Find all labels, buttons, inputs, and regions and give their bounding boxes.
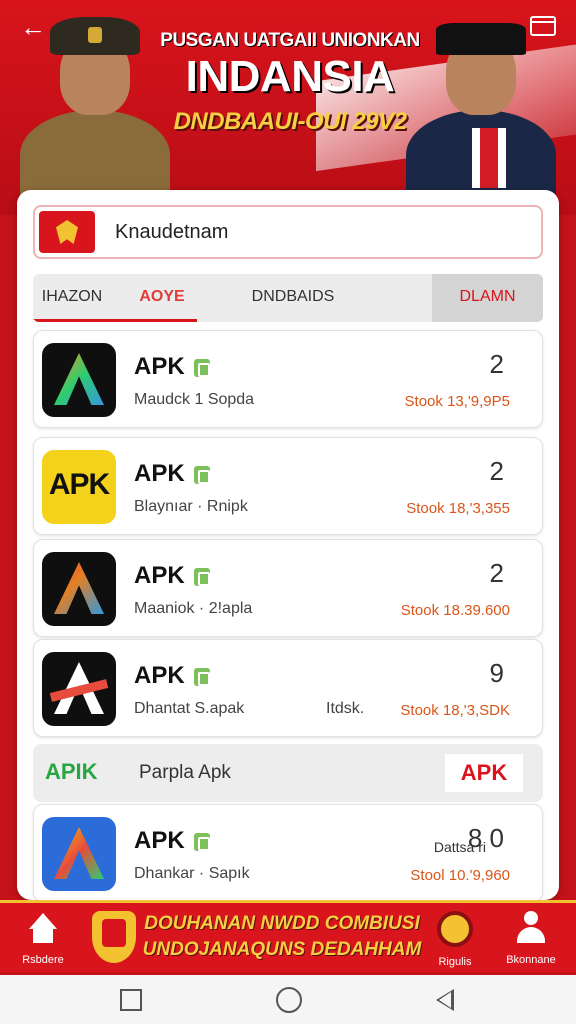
promo-strip[interactable]: APIK Parpla Apk APK bbox=[33, 744, 543, 802]
tab-aoye[interactable]: AOYE bbox=[129, 274, 195, 322]
app-count: 2 bbox=[489, 456, 504, 486]
nav-rigulis[interactable]: Rigulis bbox=[420, 909, 490, 968]
app-stock: Stook 13,'9,9P5 bbox=[404, 393, 510, 410]
app-title: APK bbox=[134, 662, 185, 689]
app-stock: Stook 18.39.600 bbox=[400, 602, 510, 619]
nav-profile-label: Bkonnane bbox=[506, 954, 556, 966]
header-title-line3: DNDBAAUI-OUI 29V2 bbox=[173, 108, 407, 135]
bottom-banner-line1: DOUHANAN NWDD COMBIUSI bbox=[144, 913, 420, 934]
back-triangle-icon[interactable] bbox=[436, 989, 454, 1011]
header-title-line1: PUSGAN UATGAII UNIONKAN bbox=[160, 30, 420, 51]
app-subtitle: Dhantat S.apak bbox=[134, 700, 245, 717]
bottom-banner-line2: UNDOJANAQUNS DEDAHHAM bbox=[142, 939, 422, 960]
app-list-item[interactable]: APK APK Blaynıar · Rnipk 2 Stook 18,'3,3… bbox=[33, 437, 543, 535]
white-a-icon bbox=[42, 652, 116, 726]
verified-badge-icon bbox=[194, 359, 210, 377]
medal-icon bbox=[437, 911, 473, 947]
garuda-emblem-icon bbox=[39, 211, 95, 253]
app-list-card: Knaudetnam IHAZON AOYE DNDBAIDS DLAMN AP… bbox=[17, 190, 559, 900]
app-count-label: Dattsa ri bbox=[433, 839, 486, 855]
app-stock: Stook 18,'3,355 bbox=[406, 500, 510, 517]
app-title: APK bbox=[134, 460, 185, 487]
app-subtitle: Dhankar · Sapık bbox=[134, 865, 250, 882]
system-navigation-bar bbox=[0, 975, 576, 1024]
app-subtitle: Blaynıar · Rnipk bbox=[134, 498, 248, 515]
tab-bar: IHAZON AOYE DNDBAIDS DLAMN bbox=[33, 274, 543, 322]
app-list-item[interactable]: APK Maudck 1 Sopda 2 Stook 13,'9,9P5 bbox=[33, 330, 543, 428]
header-banner: ← PUSGAN UATGAII UNIONKAN INDANSIA DNDBA… bbox=[0, 0, 576, 215]
tab-ihazon[interactable]: IHAZON bbox=[33, 274, 111, 322]
promo-apk-button[interactable]: APK bbox=[445, 754, 523, 792]
window-icon[interactable] bbox=[530, 16, 556, 36]
header-title-line2: INDANSIA bbox=[185, 52, 395, 101]
home-circle-icon[interactable] bbox=[276, 987, 302, 1013]
app-list-item[interactable]: APK Dhankar · Sapık 8 0 Dattsa ri Stool … bbox=[33, 804, 543, 900]
verified-badge-icon bbox=[194, 568, 210, 586]
colorful-a-icon bbox=[42, 552, 116, 626]
app-title: APK bbox=[134, 827, 185, 854]
verified-badge-icon bbox=[194, 466, 210, 484]
colorful-a-icon bbox=[42, 343, 116, 417]
search-value: Knaudetnam bbox=[115, 221, 229, 243]
app-extra-label: Itdsk. bbox=[326, 700, 365, 717]
promo-logo: APIK bbox=[45, 759, 98, 784]
app-stock: Stool 10.'9,960 bbox=[410, 867, 510, 884]
app-title: APK bbox=[134, 562, 185, 589]
tab-dndbaids[interactable]: DNDBAIDS bbox=[213, 274, 373, 322]
tab-active-indicator bbox=[33, 319, 197, 322]
tab-dlamn[interactable]: DLAMN bbox=[432, 274, 543, 322]
app-list-item[interactable]: APK Maaniok · 2!apla 2 Stook 18.39.600 bbox=[33, 539, 543, 637]
app-title: APK bbox=[134, 353, 185, 380]
app-count: 2 bbox=[489, 558, 504, 588]
nav-home[interactable]: Rsbdere bbox=[8, 909, 78, 966]
verified-badge-icon bbox=[194, 668, 210, 686]
search-input[interactable]: Knaudetnam bbox=[33, 205, 543, 259]
app-count: 9 bbox=[489, 658, 504, 688]
colorful-a-icon bbox=[42, 817, 116, 891]
nav-home-label: Rsbdere bbox=[22, 954, 64, 966]
apk-text-icon: APK bbox=[42, 450, 116, 524]
nav-rigulis-label: Rigulis bbox=[438, 956, 472, 968]
app-subtitle: Maaniok · 2!apla bbox=[134, 600, 253, 617]
home-icon bbox=[27, 913, 59, 945]
recent-apps-icon[interactable] bbox=[120, 989, 142, 1011]
app-list-item[interactable]: APK Dhantat S.apak Itdsk. 9 Stook 18,'3,… bbox=[33, 639, 543, 737]
app-count: 2 bbox=[489, 349, 504, 379]
app-subtitle: Maudck 1 Sopda bbox=[134, 391, 255, 408]
app-stock: Stook 18,'3,SDK bbox=[400, 702, 510, 719]
nav-profile[interactable]: Bkonnane bbox=[496, 909, 566, 966]
bottom-navigation: Rsbdere DOUHANAN NWDD COMBIUSI UNDOJANAQ… bbox=[0, 900, 576, 972]
promo-text: Parpla Apk bbox=[139, 762, 231, 783]
back-arrow-icon[interactable]: ← bbox=[18, 12, 48, 42]
person-icon bbox=[515, 911, 547, 945]
verified-badge-icon bbox=[194, 833, 210, 851]
crest-emblem-icon bbox=[92, 911, 136, 963]
